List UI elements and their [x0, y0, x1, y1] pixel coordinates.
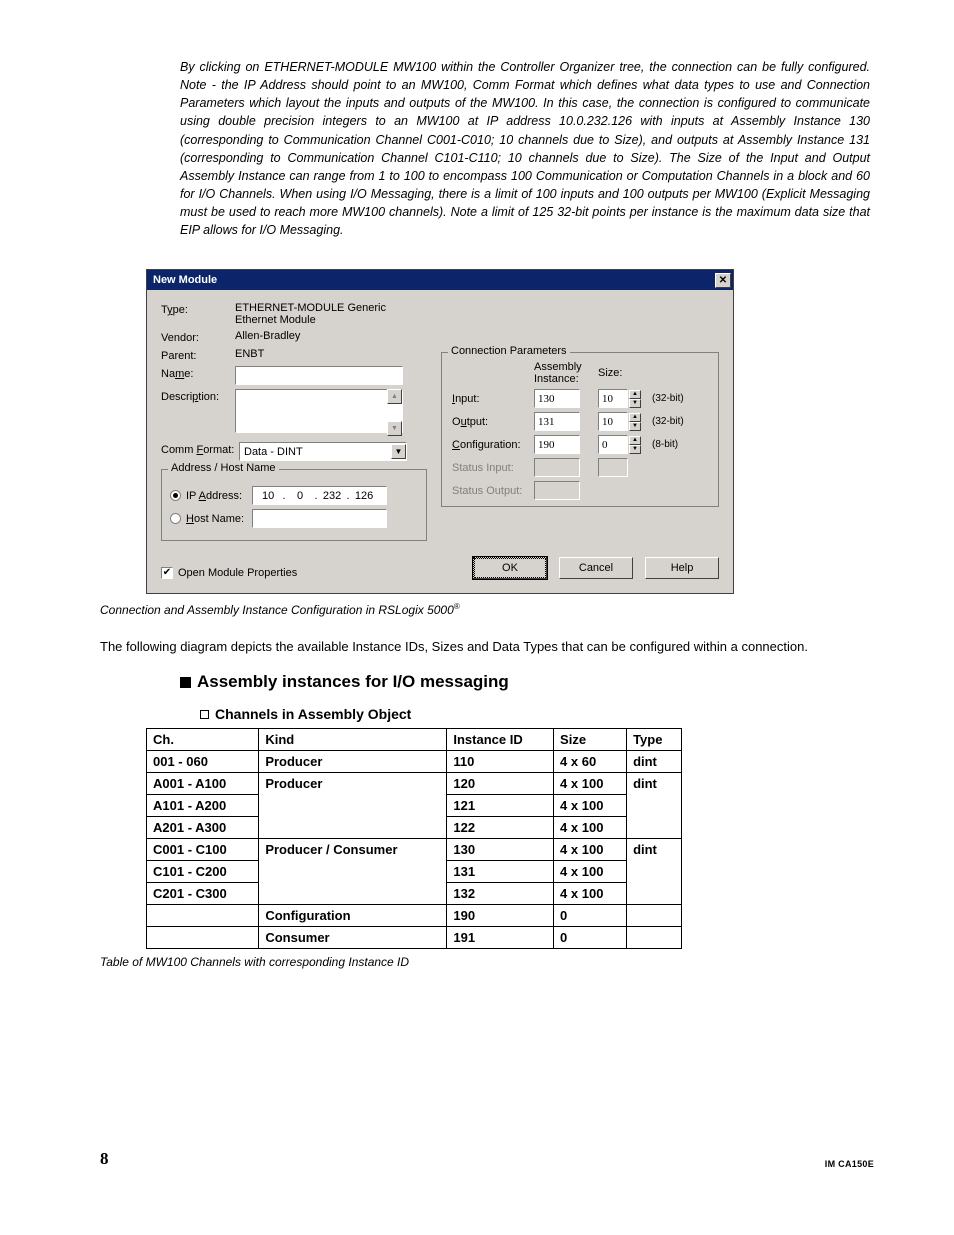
- spin-up-icon[interactable]: ▲: [629, 436, 641, 445]
- host-name-radio[interactable]: [170, 513, 181, 524]
- input-bits-label: (32-bit): [652, 393, 712, 404]
- status-output-instance-field: [534, 481, 580, 500]
- comm-format-value: Data - DINT: [240, 446, 391, 458]
- connection-parameters-group: Connection Parameters Assembly Instance:…: [441, 352, 719, 507]
- table-header-row: Ch. Kind Instance ID Size Type: [147, 729, 682, 751]
- chevron-down-icon[interactable]: ▼: [391, 444, 406, 459]
- table-row: A001 - A100Producer1204 x 100dint: [147, 773, 682, 795]
- ok-button[interactable]: OK: [473, 557, 547, 579]
- name-input[interactable]: [235, 366, 403, 385]
- table-caption: Table of MW100 Channels with correspondi…: [100, 955, 874, 969]
- hollow-square-icon: [200, 710, 209, 719]
- new-module-dialog: New Module ✕ Type:ETHERNET-MODULE Generi…: [146, 269, 734, 594]
- configuration-bits-label: (8-bit): [652, 439, 712, 450]
- address-host-legend: Address / Host Name: [168, 462, 279, 474]
- configuration-instance-field[interactable]: [534, 435, 580, 454]
- assembly-instances-table: Ch. Kind Instance ID Size Type 001 - 060…: [146, 728, 682, 949]
- comm-format-select[interactable]: Data - DINT ▼: [239, 442, 407, 461]
- assembly-instance-header: Assembly Instance:: [534, 361, 592, 385]
- document-id: IM CA150E: [825, 1159, 874, 1169]
- status-input-size-field: [598, 458, 628, 477]
- open-module-properties-checkbox[interactable]: ✔: [161, 567, 173, 579]
- open-module-properties-label: Open Module Properties: [178, 567, 297, 579]
- close-icon[interactable]: ✕: [715, 273, 731, 288]
- dialog-title: New Module: [153, 274, 217, 286]
- vendor-value: Allen-Bradley: [235, 330, 427, 342]
- table-row: Configuration1900: [147, 905, 682, 927]
- spin-down-icon[interactable]: ▼: [629, 399, 641, 408]
- output-instance-field[interactable]: [534, 412, 580, 431]
- parent-label: Parent:: [161, 348, 235, 362]
- comm-format-label: Comm Format:: [161, 442, 239, 456]
- help-button[interactable]: Help: [645, 557, 719, 579]
- parent-value: ENBT: [235, 348, 427, 360]
- dialog-caption: Connection and Assembly Instance Configu…: [100, 602, 874, 617]
- address-host-group: Address / Host Name IP Address: 10. 0. 2…: [161, 469, 427, 541]
- host-name-input[interactable]: [252, 509, 387, 528]
- intro-paragraph: By clicking on ETHERNET-MODULE MW100 wit…: [100, 58, 874, 239]
- name-label: Name:: [161, 366, 235, 380]
- ip-address-input[interactable]: 10. 0. 232. 126: [252, 486, 387, 505]
- status-input-label: Status Input:: [452, 462, 528, 474]
- description-input[interactable]: [235, 389, 403, 433]
- status-output-label: Status Output:: [452, 485, 528, 497]
- table-row: Consumer1910: [147, 927, 682, 949]
- type-label: Type:: [161, 302, 235, 316]
- spin-up-icon[interactable]: ▲: [629, 390, 641, 399]
- spin-down-icon[interactable]: ▼: [629, 422, 641, 431]
- table-row: 001 - 060Producer1104 x 60dint: [147, 751, 682, 773]
- assembly-instances-heading: Assembly instances for I/O messaging: [180, 672, 874, 692]
- filled-square-icon: [180, 677, 191, 688]
- scroll-down-icon[interactable]: ▼: [387, 421, 402, 436]
- scroll-up-icon[interactable]: ▲: [387, 389, 402, 404]
- status-input-instance-field: [534, 458, 580, 477]
- following-paragraph: The following diagram depicts the availa…: [100, 639, 874, 654]
- page-number: 8: [100, 1149, 109, 1169]
- host-name-label: Host Name:: [186, 513, 244, 525]
- ip-address-radio[interactable]: [170, 490, 181, 501]
- input-label: Input:: [452, 393, 528, 405]
- type-value: ETHERNET-MODULE Generic Ethernet Module: [235, 302, 427, 326]
- ip-address-label: IP Address:: [186, 490, 242, 502]
- spin-up-icon[interactable]: ▲: [629, 413, 641, 422]
- vendor-label: Vendor:: [161, 330, 235, 344]
- table-row: C001 - C100Producer / Consumer1304 x 100…: [147, 839, 682, 861]
- output-bits-label: (32-bit): [652, 416, 712, 427]
- cancel-button[interactable]: Cancel: [559, 557, 633, 579]
- configuration-size-field[interactable]: [598, 435, 628, 454]
- channels-subheading: Channels in Assembly Object: [200, 706, 874, 722]
- size-header: Size:: [598, 367, 646, 379]
- output-label: Output:: [452, 416, 528, 428]
- spin-down-icon[interactable]: ▼: [629, 445, 641, 454]
- description-label: Description:: [161, 389, 235, 403]
- input-instance-field[interactable]: [534, 389, 580, 408]
- configuration-label: Configuration:: [452, 439, 528, 451]
- input-size-field[interactable]: [598, 389, 628, 408]
- connection-parameters-legend: Connection Parameters: [448, 345, 570, 357]
- output-size-field[interactable]: [598, 412, 628, 431]
